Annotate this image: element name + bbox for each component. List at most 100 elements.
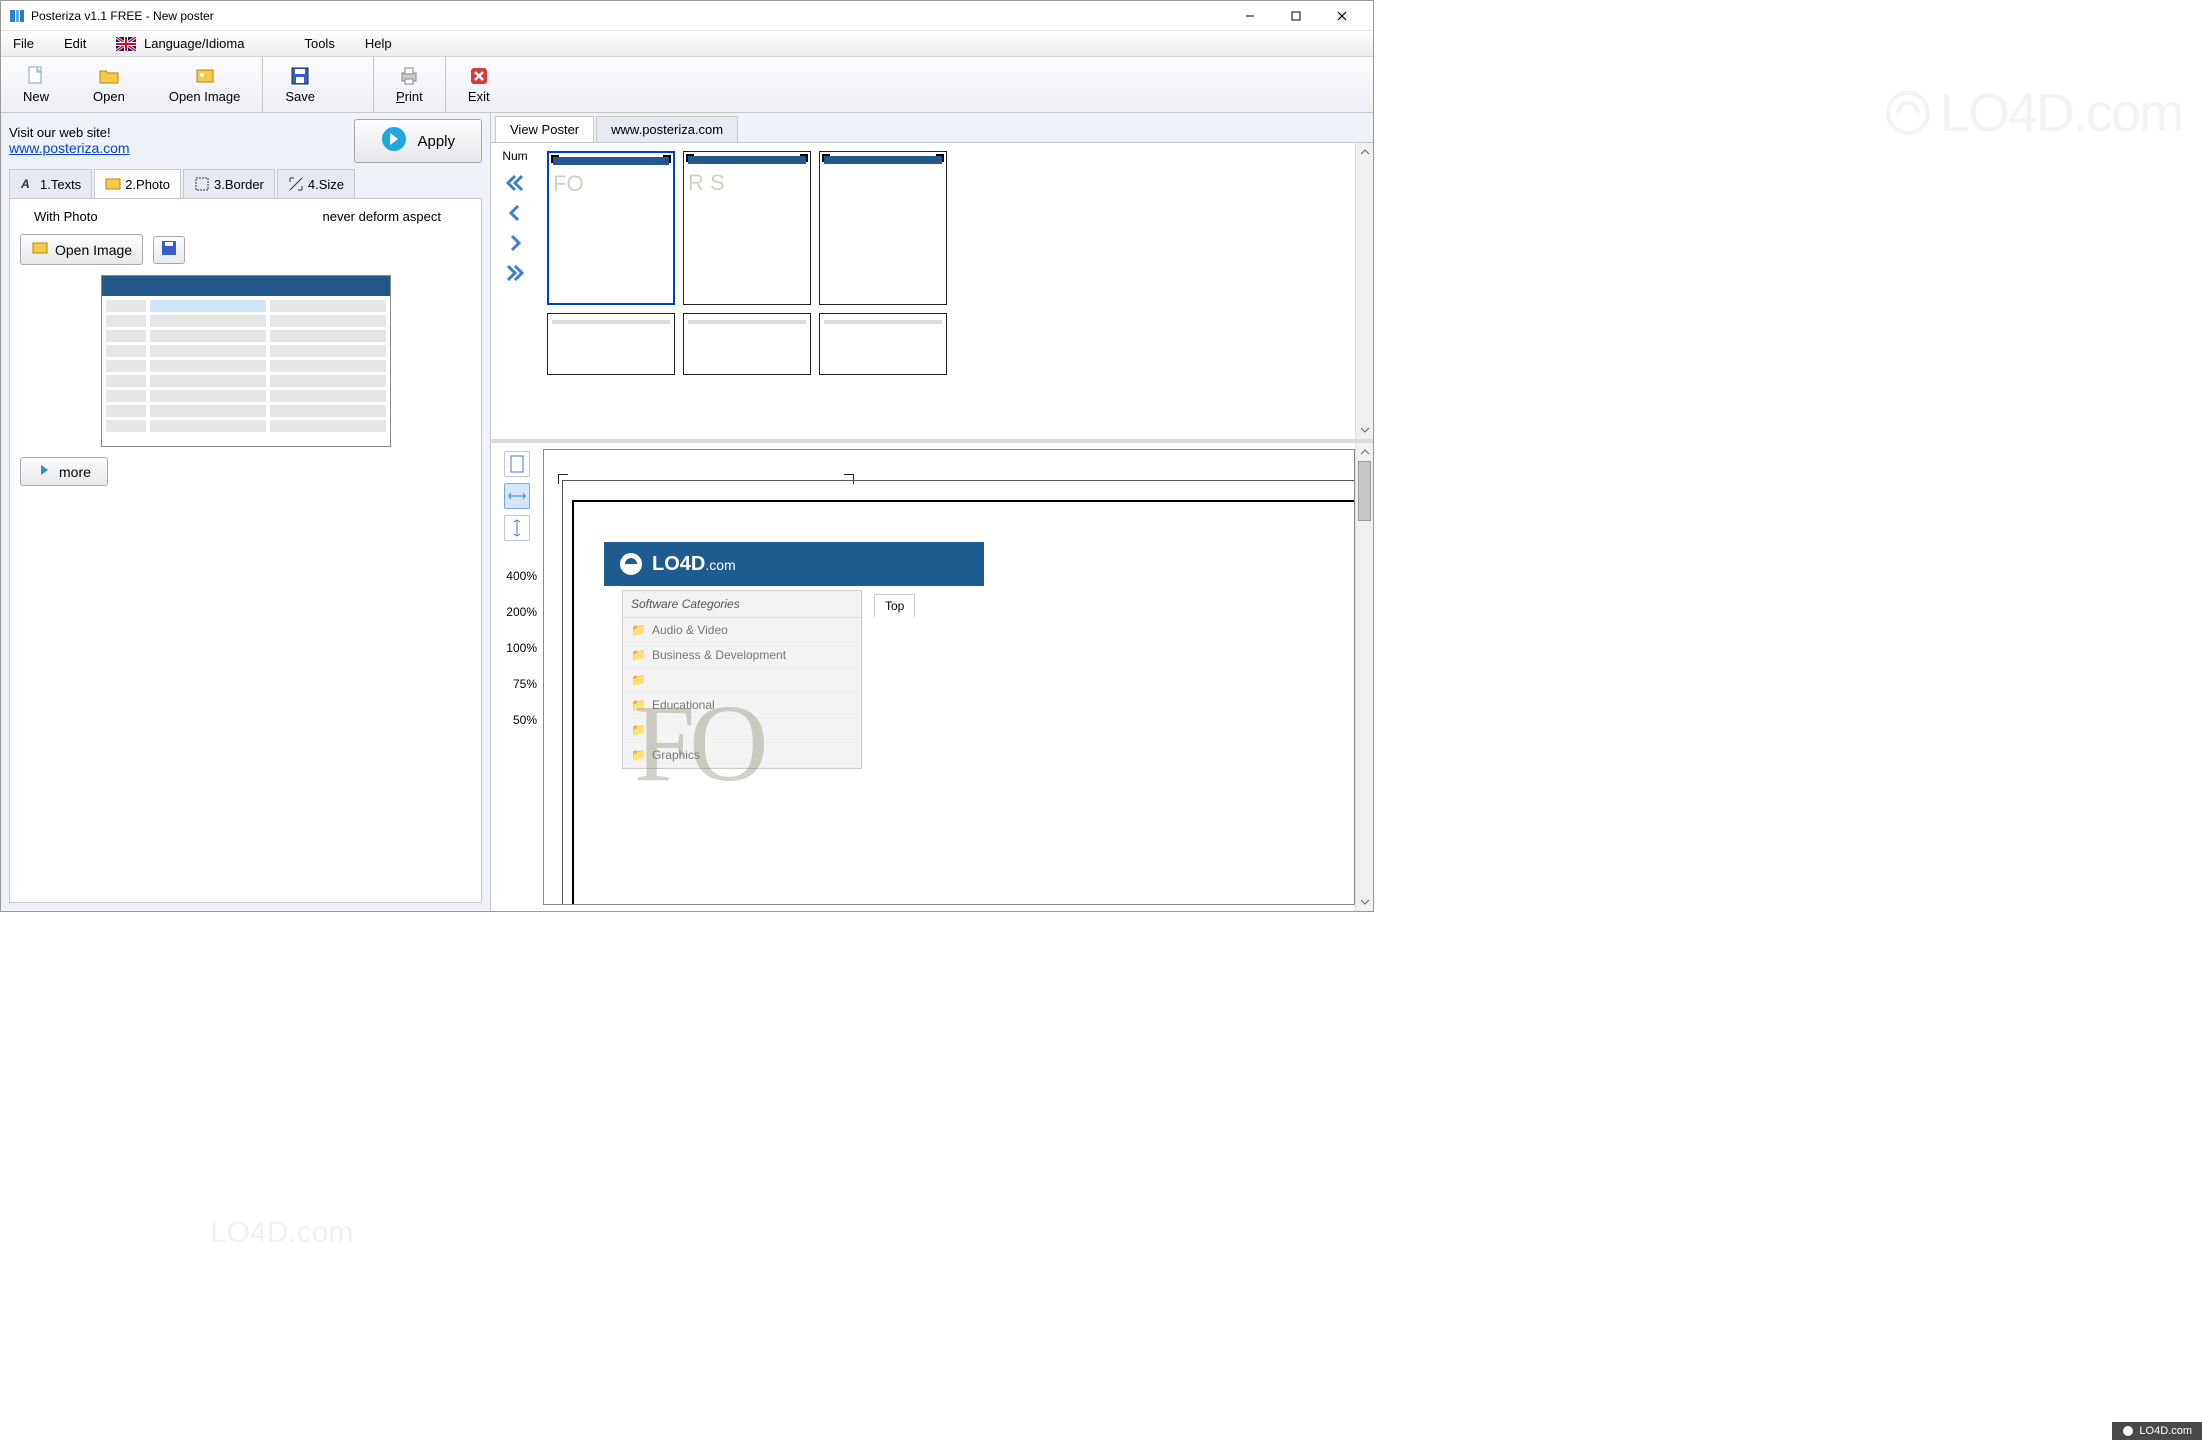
toolbar-new[interactable]: New [1,57,71,112]
thumbnail-6[interactable] [819,313,947,375]
svg-text:A: A [20,177,30,191]
scroll-down-icon[interactable] [1356,893,1373,911]
big-overlay-text: FO [634,680,763,807]
tab-border-label: 3.Border [214,177,264,192]
toolbar-open[interactable]: Open [71,57,147,112]
texts-icon: A [20,176,36,192]
toolbar-save[interactable]: Save [262,57,337,112]
right-tabs: View Poster www.posteriza.com [491,113,1373,143]
minimize-button[interactable] [1227,1,1273,31]
tab-texts-label: 1.Texts [40,177,81,192]
footer-watermark: LO4D.com [2112,1422,2202,1440]
menu-edit[interactable]: Edit [58,34,92,53]
toolbar-open-image[interactable]: Open Image [147,57,263,112]
tab-view-poster[interactable]: View Poster [495,116,594,142]
apply-label: Apply [417,133,455,150]
new-file-icon [25,65,47,87]
menu-tools[interactable]: Tools [298,34,340,53]
zoom-fit-height[interactable] [504,515,530,541]
zoom-fit-width[interactable] [504,483,530,509]
border-icon [194,176,210,192]
zoom-fit-page[interactable] [504,451,530,477]
scroll-down-icon[interactable] [1356,421,1373,439]
menu-language-label: Language/Idioma [144,36,244,51]
zoom-100[interactable]: 100% [497,641,537,655]
more-arrow-icon [37,462,53,481]
maximize-button[interactable] [1273,1,1319,31]
nav-next-icon[interactable] [505,233,525,253]
apply-button[interactable]: Apply [354,119,482,163]
tab-size[interactable]: 4.Size [277,169,355,198]
uk-flag-icon [116,37,136,51]
thumb-vscrollbar[interactable] [1355,143,1373,439]
top-tab: Top [874,594,915,617]
save-photo-icon [160,239,178,260]
cat-header: Software Categories [623,591,861,618]
exit-icon [468,65,490,87]
more-button[interactable]: more [20,457,108,486]
thumbnail-3[interactable] [819,151,947,305]
zoom-400[interactable]: 400% [497,569,537,583]
photo-preview [101,275,391,447]
app-icon [9,8,25,24]
toolbar-open-image-label: Open Image [169,89,241,104]
thumbnail-1[interactable]: FO [547,151,675,305]
website-link[interactable]: www.posteriza.com [9,140,130,156]
tab-border[interactable]: 3.Border [183,169,275,198]
thumbnail-2[interactable]: R S [683,151,811,305]
tab-photo-label: 2.Photo [125,177,170,192]
toolbar-new-label: New [23,89,49,104]
scroll-up-icon[interactable] [1356,443,1373,461]
zoom-200[interactable]: 200% [497,605,537,619]
open-folder-icon [98,65,120,87]
tab-size-label: 4.Size [308,177,344,192]
zoom-50[interactable]: 50% [497,713,537,727]
open-image-button[interactable]: Open Image [20,234,143,265]
apply-icon [381,126,407,156]
thumbnail-4[interactable] [547,313,675,375]
more-label: more [59,464,91,480]
toolbar-exit-label: Exit [468,89,490,104]
num-label: Num [502,149,527,163]
toolbar-print[interactable]: Print [373,57,445,112]
size-icon [288,176,304,192]
detail-canvas[interactable]: LO4D.com Software Categories 📁 Audio & V… [543,449,1355,905]
open-image-btn-icon [31,239,49,260]
zoom-75[interactable]: 75% [497,677,537,691]
zoom-strip: 400% 200% 100% 75% 50% [491,443,543,911]
thumbnail-pane: Num FO R S [491,143,1373,443]
open-image-icon [194,65,216,87]
window-title: Posteriza v1.1 FREE - New poster [31,9,1227,23]
nav-last-icon[interactable] [505,263,525,283]
title-bar: Posteriza v1.1 FREE - New poster [1,1,1373,31]
menu-bar: File Edit Language/Idioma Tools Help [1,31,1373,57]
toolbar-exit[interactable]: Exit [445,57,512,112]
tab-photo[interactable]: 2.Photo [94,169,181,198]
thumbnail-5[interactable] [683,313,811,375]
open-image-btn-label: Open Image [55,242,132,258]
photo-panel: With Photo never deform aspect Open Imag… [9,199,482,903]
tab-website[interactable]: www.posteriza.com [596,116,738,142]
save-icon [289,65,311,87]
nav-prev-icon[interactable] [505,203,525,223]
left-tabs: A 1.Texts 2.Photo 3.Border 4.Size [9,169,482,199]
with-photo-label: With Photo [34,209,98,224]
thumbnail-grid: FO R S [539,143,1355,439]
content-area: Visit our web site! www.posteriza.com Ap… [1,113,1373,911]
detail-vscrollbar[interactable] [1355,443,1373,911]
nav-first-icon[interactable] [505,173,525,193]
left-panel: Visit our web site! www.posteriza.com Ap… [1,113,491,911]
detail-pane: 400% 200% 100% 75% 50% LO4D.com [491,443,1373,911]
watermark-bg: LO4D.com [1884,82,2182,144]
menu-help[interactable]: Help [359,34,398,53]
toolbar-save-label: Save [285,89,315,104]
cat-row: 📁 Business & Development [623,643,861,668]
tab-texts[interactable]: A 1.Texts [9,169,92,198]
toolbar-print-label: Print [396,89,423,104]
close-button[interactable] [1319,1,1365,31]
scroll-up-icon[interactable] [1356,143,1373,161]
nav-strip: Num [491,143,539,439]
menu-file[interactable]: File [7,34,40,53]
save-photo-button[interactable] [153,236,185,264]
menu-language[interactable]: Language/Idioma [110,34,250,54]
